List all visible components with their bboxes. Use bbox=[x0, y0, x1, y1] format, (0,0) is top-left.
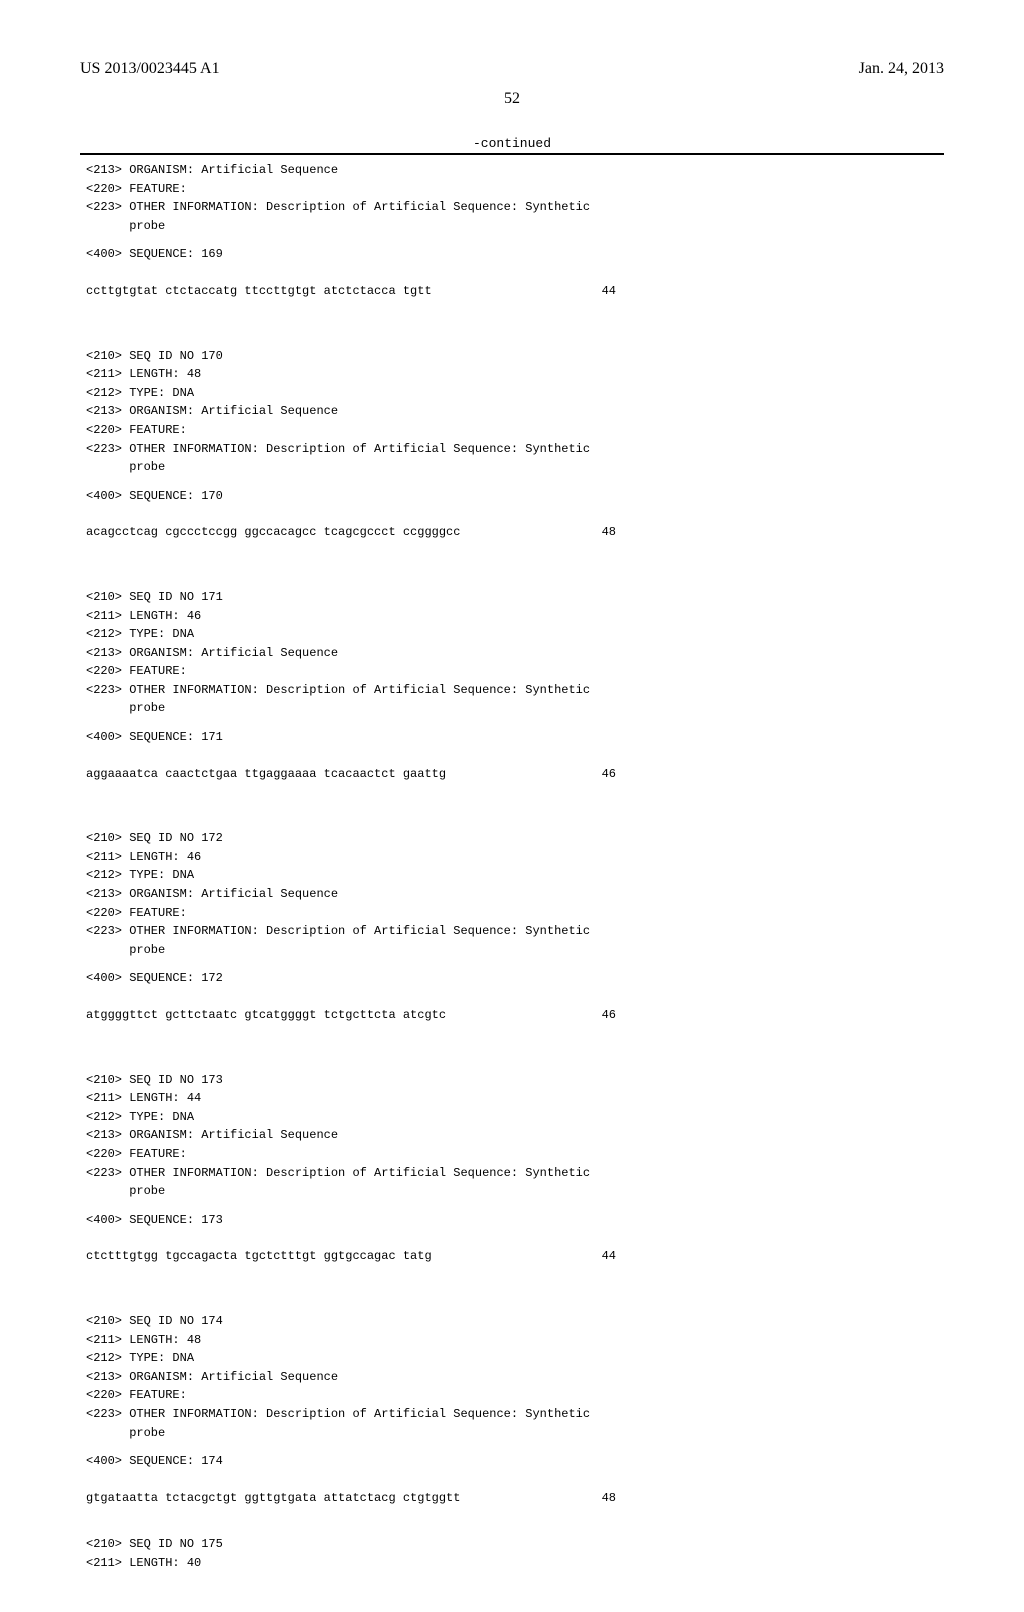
doc-date: Jan. 24, 2013 bbox=[859, 60, 944, 78]
sequence-line: ctctttgtgg tgccagacta tgctctttgt ggtgcca… bbox=[86, 1247, 866, 1266]
sequence-text: ccttgtgtat ctctaccatg ttccttgtgt atctcta… bbox=[86, 284, 432, 298]
seq-400-label: <400> SEQUENCE: 169 bbox=[86, 245, 944, 264]
doc-id: US 2013/0023445 A1 bbox=[80, 60, 220, 78]
sequence-length: 48 bbox=[602, 523, 616, 542]
sequence-text: ctctttgtgg tgccagacta tgctctttgt ggtgcca… bbox=[86, 1249, 432, 1263]
page-header: US 2013/0023445 A1 Jan. 24, 2013 bbox=[80, 60, 944, 78]
page-number: 52 bbox=[80, 90, 944, 108]
sequence-length: 44 bbox=[602, 282, 616, 301]
sequence-length: 46 bbox=[602, 765, 616, 784]
seq-entry-header: <210> SEQ ID NO 174 <211> LENGTH: 48 <21… bbox=[86, 1312, 944, 1442]
continued-label: -continued bbox=[80, 136, 944, 151]
seq-400-label: <400> SEQUENCE: 172 bbox=[86, 969, 944, 988]
seq-entry-header: <210> SEQ ID NO 172 <211> LENGTH: 46 <21… bbox=[86, 829, 944, 959]
sequence-line: gtgataatta tctacgctgt ggttgtgata attatct… bbox=[86, 1489, 866, 1508]
seq-entry-header: <210> SEQ ID NO 170 <211> LENGTH: 48 <21… bbox=[86, 347, 944, 477]
seq-400-label: <400> SEQUENCE: 171 bbox=[86, 728, 944, 747]
seq-400-label: <400> SEQUENCE: 170 bbox=[86, 487, 944, 506]
seq-entry-header-trailing: <210> SEQ ID NO 175 <211> LENGTH: 40 bbox=[86, 1535, 944, 1572]
separator-bar bbox=[80, 153, 944, 155]
sequence-text: acagcctcag cgccctccgg ggccacagcc tcagcgc… bbox=[86, 525, 460, 539]
sequence-text: aggaaaatca caactctgaa ttgaggaaaa tcacaac… bbox=[86, 767, 446, 781]
sequence-line: aggaaaatca caactctgaa ttgaggaaaa tcacaac… bbox=[86, 765, 866, 784]
sequence-length: 46 bbox=[602, 1006, 616, 1025]
sequence-listing: <213> ORGANISM: Artificial Sequence <220… bbox=[80, 161, 944, 1572]
seq-entry-header: <210> SEQ ID NO 171 <211> LENGTH: 46 <21… bbox=[86, 588, 944, 718]
sequence-length: 48 bbox=[602, 1489, 616, 1508]
sequence-line: ccttgtgtat ctctaccatg ttccttgtgt atctcta… bbox=[86, 282, 866, 301]
sequence-line: acagcctcag cgccctccgg ggccacagcc tcagcgc… bbox=[86, 523, 866, 542]
sequence-length: 44 bbox=[602, 1247, 616, 1266]
seq-entry-header: <213> ORGANISM: Artificial Sequence <220… bbox=[86, 161, 944, 235]
page: US 2013/0023445 A1 Jan. 24, 2013 52 -con… bbox=[0, 0, 1024, 1612]
sequence-line: atggggttct gcttctaatc gtcatggggt tctgctt… bbox=[86, 1006, 866, 1025]
seq-400-label: <400> SEQUENCE: 173 bbox=[86, 1211, 944, 1230]
seq-400-label: <400> SEQUENCE: 174 bbox=[86, 1452, 944, 1471]
sequence-text: gtgataatta tctacgctgt ggttgtgata attatct… bbox=[86, 1491, 460, 1505]
sequence-text: atggggttct gcttctaatc gtcatggggt tctgctt… bbox=[86, 1008, 446, 1022]
seq-entry-header: <210> SEQ ID NO 173 <211> LENGTH: 44 <21… bbox=[86, 1071, 944, 1201]
